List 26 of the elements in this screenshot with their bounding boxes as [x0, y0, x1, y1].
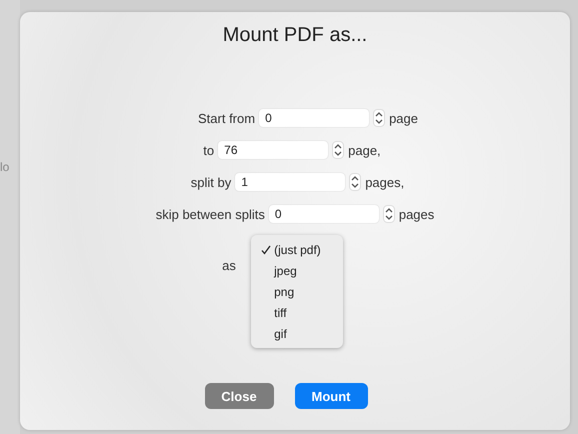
stepper-icon[interactable]	[349, 173, 362, 191]
menu-item[interactable]: gif	[251, 323, 344, 344]
unit-label: pages,	[365, 174, 404, 190]
stepper-icon[interactable]	[373, 109, 386, 127]
input-field[interactable]: 76	[218, 141, 328, 159]
field-label: split by	[190, 174, 232, 190]
menu-item[interactable]: jpeg	[251, 260, 344, 281]
mount-button[interactable]: Mount	[294, 383, 368, 409]
background-text: lo	[0, 160, 10, 174]
unit-label: page	[389, 110, 418, 126]
input-field[interactable]: 0	[268, 205, 379, 223]
dialog-title: Mount PDF as...	[222, 24, 368, 47]
menu-item[interactable]: png	[251, 281, 344, 302]
input-field[interactable]: 0	[259, 109, 370, 127]
close-button[interactable]: Close	[204, 383, 274, 409]
stepper-icon[interactable]	[382, 205, 395, 223]
unit-label: pages	[398, 206, 434, 222]
input-field[interactable]: 1	[235, 173, 346, 191]
unit-label: page,	[348, 142, 381, 158]
menu-item[interactable]: (just pdf)	[251, 239, 344, 260]
field-label: to	[203, 142, 214, 158]
field-label: skip between splits	[156, 206, 265, 222]
stepper-icon[interactable]	[332, 141, 344, 159]
format-label: as	[222, 258, 236, 272]
field-label: Start from	[198, 110, 256, 126]
menu-item[interactable]: tiff	[251, 302, 344, 323]
